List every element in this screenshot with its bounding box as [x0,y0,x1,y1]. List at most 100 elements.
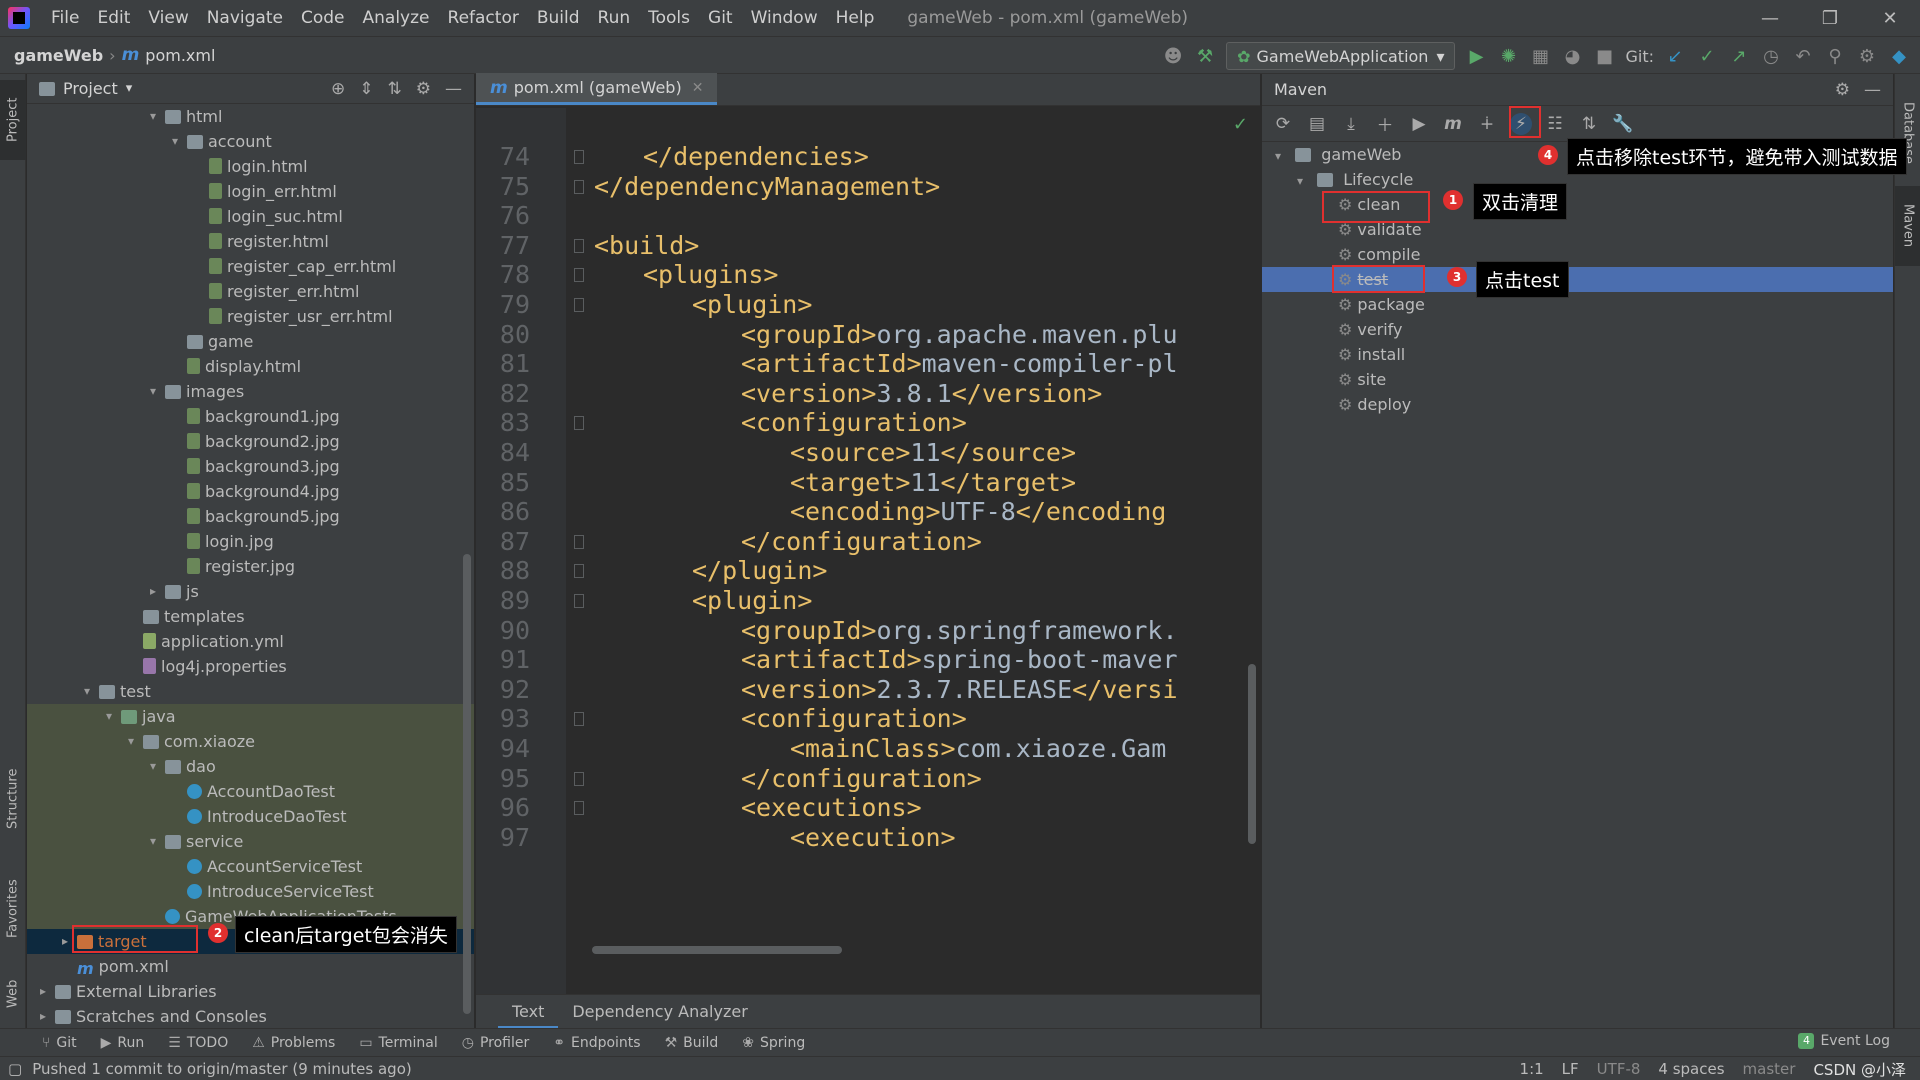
tree-item[interactable]: login_suc.html [27,204,474,229]
hide-icon[interactable]: — [1864,80,1881,100]
fold-marker-icon[interactable] [574,712,584,727]
download-icon[interactable]: ⤓ [1340,113,1362,135]
tree-item[interactable]: ▾ images [27,379,474,404]
build-hammer-icon[interactable]: ⚒ [1194,45,1216,67]
maven-goal-compile[interactable]: ⚙ compile [1262,242,1893,267]
breadcrumb-project[interactable]: gameWeb [14,46,103,65]
history-icon[interactable]: ◷ [1760,45,1782,67]
tree-item[interactable]: background4.jpg [27,479,474,504]
fold-marker-icon[interactable] [574,179,584,194]
tree-item[interactable]: register_err.html [27,279,474,304]
debug-icon[interactable]: ✺ [1497,45,1519,67]
tree-item[interactable]: ▾ com.xiaoze [27,729,474,754]
settings-gear-icon[interactable]: ⚙ [1835,80,1850,100]
menu-analyze[interactable]: Analyze [354,0,439,36]
collapse-all-icon[interactable]: ⇅ [388,79,402,99]
toolwindow-profiler[interactable]: ◷ Profiler [450,1035,542,1051]
file-encoding[interactable]: UTF-8 [1597,1060,1641,1078]
fold-marker-icon[interactable] [574,594,584,608]
hide-icon[interactable]: — [445,79,462,99]
coverage-icon[interactable]: ▦ [1529,45,1551,67]
collapse-all-icon[interactable]: ⇅ [1578,113,1600,135]
tree-item[interactable]: m pom.xml [27,954,474,979]
close-icon[interactable]: ✕ [1860,0,1920,36]
tree-item[interactable]: IntroduceDaoTest [27,804,474,829]
chevron-down-icon[interactable]: ▾ [125,729,137,754]
tree-item[interactable]: ▾ dao [27,754,474,779]
chevron-down-icon[interactable]: ▾ [126,81,133,96]
chevron-right-icon[interactable]: ▸ [147,579,159,604]
fold-marker-icon[interactable] [574,268,584,283]
git-commit-icon[interactable]: ✓ [1696,45,1718,67]
tree-item[interactable]: register.html [27,229,474,254]
user-icon[interactable]: ☻ [1162,45,1184,67]
event-log-button[interactable]: 4 Event Log [1798,1033,1890,1049]
git-push-icon[interactable]: ↗ [1728,45,1750,67]
fold-marker-icon[interactable] [574,298,584,312]
toolwindow-endpoints[interactable]: ⚭ Endpoints [541,1035,652,1051]
tree-item[interactable]: AccountServiceTest [27,854,474,879]
menu-help[interactable]: Help [827,0,884,36]
toolwindow-run[interactable]: ▶ Run [89,1035,157,1051]
maven-goal-package[interactable]: ⚙ package [1262,292,1893,317]
tree-item[interactable]: log4j.properties [27,654,474,679]
chevron-down-icon[interactable]: ▾ [147,829,159,854]
tree-item[interactable]: ▾ account [27,129,474,154]
editor-scrollbar-vertical[interactable] [1248,664,1256,844]
show-dependencies-icon[interactable]: ☷ [1544,113,1566,135]
chevron-down-icon[interactable]: ▾ [147,379,159,404]
tree-item[interactable]: ▸ External Libraries [27,979,474,1004]
tree-item[interactable]: background5.jpg [27,504,474,529]
fold-marker-icon[interactable] [574,801,584,816]
project-scrollbar[interactable] [463,554,471,1014]
favorites-tool-tab[interactable]: Favorites [0,864,26,954]
search-icon[interactable]: ⚲ [1824,45,1846,67]
chevron-right-icon[interactable]: ▸ [37,979,49,1004]
chevron-right-icon[interactable]: ▸ [37,1004,49,1028]
tree-item[interactable]: AccountDaoTest [27,779,474,804]
tree-item[interactable]: display.html [27,354,474,379]
chevron-down-icon[interactable]: ▾ [103,704,115,729]
menu-view[interactable]: View [139,0,197,36]
tree-item[interactable]: register_cap_err.html [27,254,474,279]
expand-all-icon[interactable]: ⇕ [359,79,373,99]
settings-gear-icon[interactable]: ⚙ [416,79,431,99]
maven-goal-install[interactable]: ⚙ install [1262,342,1893,367]
git-branch[interactable]: master [1743,1060,1796,1078]
tree-item[interactable]: ▾ html [27,104,474,129]
menu-navigate[interactable]: Navigate [198,0,292,36]
status-message[interactable]: Pushed 1 commit to origin/master (9 minu… [32,1060,412,1078]
menu-code[interactable]: Code [292,0,354,36]
toolwindow-spring[interactable]: ❀ Spring [730,1035,817,1051]
tree-item[interactable]: register_usr_err.html [27,304,474,329]
tree-item[interactable]: login_err.html [27,179,474,204]
stop-icon[interactable]: ■ [1593,45,1615,67]
project-panel-title[interactable]: Project [63,79,118,98]
generate-sources-icon[interactable]: ▤ [1306,113,1328,135]
toolbox-icon[interactable]: ◆ [1888,45,1910,67]
toggle-offline-icon[interactable]: ∔ [1476,113,1498,135]
menu-tools[interactable]: Tools [639,0,699,36]
breadcrumb-file[interactable]: pom.xml [145,46,215,65]
settings-gear-icon[interactable]: ⚙ [1856,45,1878,67]
menu-run[interactable]: Run [589,0,640,36]
project-tool-tab[interactable]: Project [0,80,26,160]
fold-marker-icon[interactable] [574,771,584,786]
reload-icon[interactable]: ⟳ [1272,113,1294,135]
locate-icon[interactable]: ⊕ [331,79,345,99]
line-separator[interactable]: LF [1562,1060,1579,1078]
run-icon[interactable]: ▶ [1408,113,1430,135]
tree-item[interactable]: game [27,329,474,354]
toolwindow-terminal[interactable]: ▭ Terminal [347,1035,449,1051]
minimize-icon[interactable]: — [1740,0,1800,36]
menu-file[interactable]: File [42,0,88,36]
tree-item[interactable]: IntroduceServiceTest [27,879,474,904]
run-configuration-select[interactable]: ✿ GameWebApplication ▾ [1226,42,1456,70]
tree-item[interactable]: login.jpg [27,529,474,554]
tree-item[interactable]: ▾ test [27,679,474,704]
tree-item[interactable]: register.jpg [27,554,474,579]
editor-scrollbar-horizontal[interactable] [592,946,842,954]
chevron-down-icon[interactable]: ▾ [81,679,93,704]
tree-item[interactable]: background2.jpg [27,429,474,454]
chevron-down-icon[interactable]: ▾ [147,754,159,779]
